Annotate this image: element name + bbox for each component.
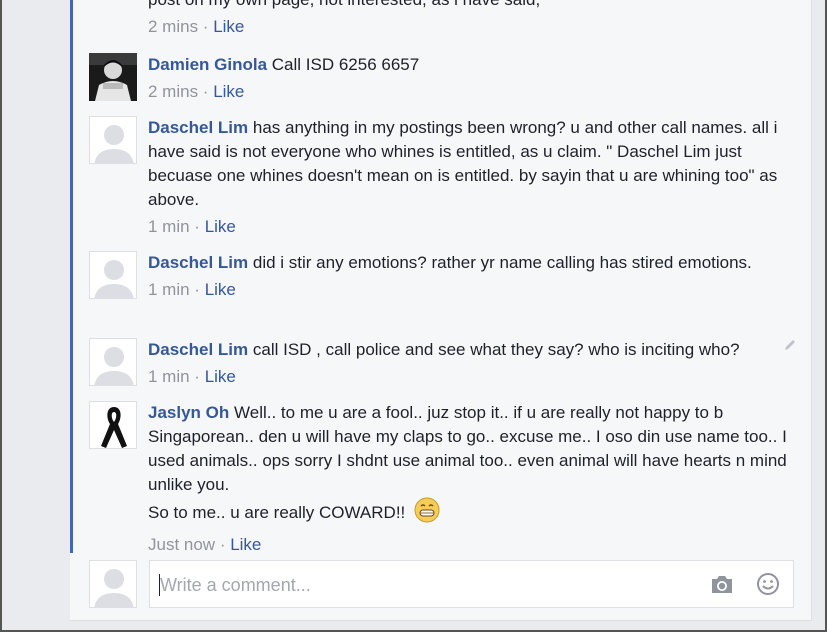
emoji-icon[interactable]	[756, 572, 780, 601]
avatar[interactable]	[89, 251, 137, 299]
author-name[interactable]: Daschel Lim	[148, 118, 248, 137]
comment-message: did i stir any emotions? rather yr name …	[252, 253, 752, 272]
comment-meta: 1 min · Like	[148, 217, 236, 236]
like-link[interactable]: Like	[205, 280, 236, 299]
avatar[interactable]	[89, 53, 137, 101]
like-link[interactable]: Like	[213, 17, 244, 36]
avatar[interactable]	[89, 338, 137, 386]
comment-time[interactable]: 1 min	[148, 217, 190, 236]
camera-icon[interactable]	[710, 573, 734, 600]
comment-meta: 2 mins · Like	[148, 82, 245, 101]
window-frame-left	[0, 0, 2, 632]
text-caret	[159, 574, 160, 596]
avatar[interactable]	[89, 401, 137, 449]
comment-text-line: So to me.. u are really COWARD!!	[148, 497, 788, 530]
comment-composer	[149, 560, 794, 609]
comment-message: Call ISD 6256 6657	[271, 55, 420, 74]
comment-text: Jaslyn Oh Well.. to me u are a fool.. ju…	[148, 401, 788, 497]
comment-meta: Just now · Like	[148, 535, 262, 554]
reply-thread-line	[70, 0, 73, 553]
comment-text: Daschel Lim call ISD , call police and s…	[148, 338, 788, 362]
avatar[interactable]	[89, 116, 137, 164]
comment-text: Daschel Lim has anything in my postings …	[148, 116, 788, 212]
like-link[interactable]: Like	[230, 535, 261, 554]
comment-text: post on my own page, not interested, as …	[148, 0, 788, 12]
comment-meta: 1 min · Like	[148, 367, 236, 386]
author-name[interactable]: Daschel Lim	[148, 253, 248, 272]
author-name[interactable]: Daschel Lim	[148, 340, 248, 359]
comment-text: Damien Ginola Call ISD 6256 6657	[148, 53, 788, 77]
pencil-icon[interactable]	[783, 338, 797, 352]
comment-message: call ISD , call police and see what they…	[252, 340, 740, 359]
like-link[interactable]: Like	[205, 217, 236, 236]
comment-message: Well.. to me u are a fool.. juz stop it.…	[148, 403, 787, 494]
like-link[interactable]: Like	[205, 367, 236, 386]
comment-time[interactable]: 2 mins	[148, 82, 198, 101]
composer-avatar	[89, 560, 137, 608]
comment-message-second: So to me.. u are really COWARD!!	[148, 503, 406, 522]
comment-time[interactable]: Just now	[148, 535, 215, 554]
comment-meta: 1 min · Like	[148, 280, 236, 299]
grinning-emoji-icon	[414, 497, 440, 530]
comment-time[interactable]: 1 min	[148, 367, 190, 386]
comment-text: Daschel Lim did i stir any emotions? rat…	[148, 251, 788, 275]
comment-time[interactable]: 1 min	[148, 280, 190, 299]
like-link[interactable]: Like	[213, 82, 244, 101]
comment-input[interactable]	[158, 561, 702, 609]
comment-time[interactable]: 2 mins	[148, 17, 198, 36]
author-name[interactable]: Damien Ginola	[148, 55, 267, 74]
author-name[interactable]: Jaslyn Oh	[148, 403, 229, 422]
comment-meta: 2 mins · Like	[148, 17, 245, 36]
